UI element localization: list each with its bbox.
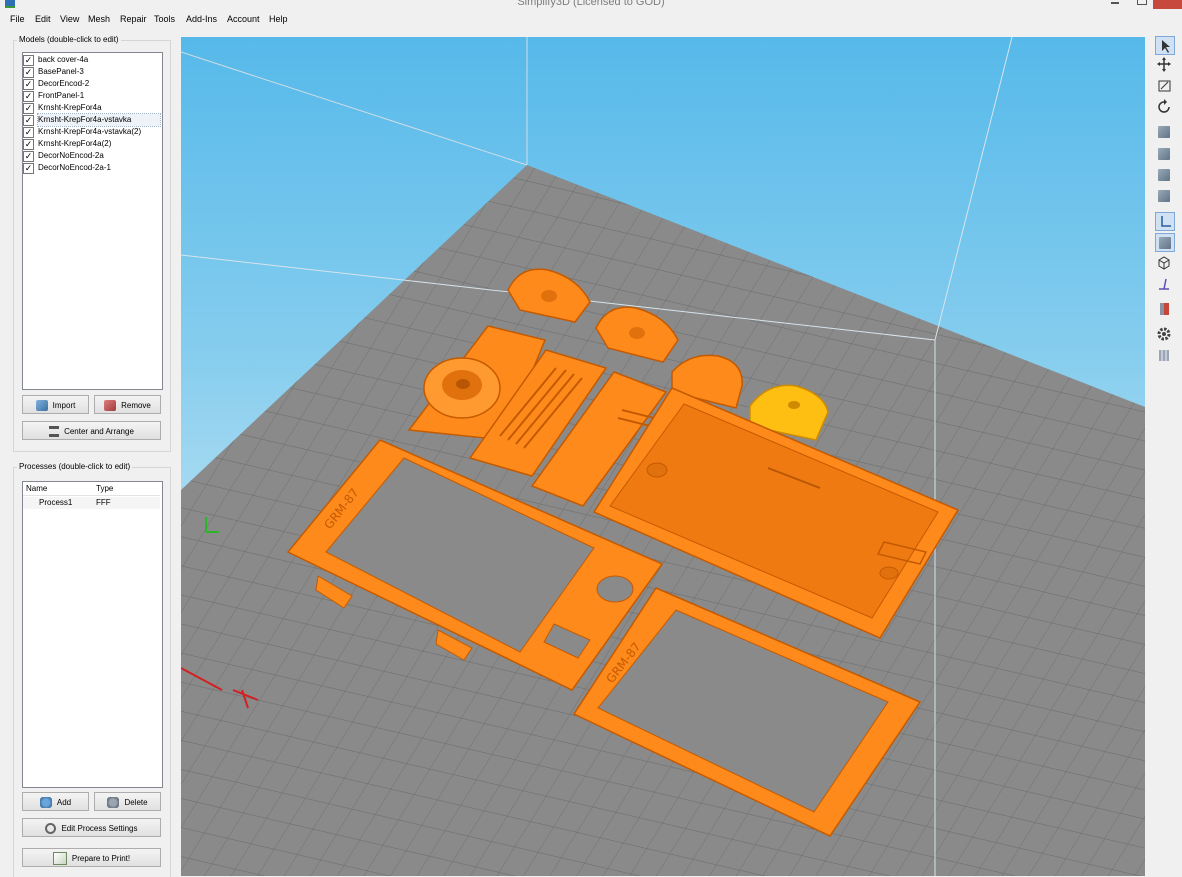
process-type: FFF [96,498,111,507]
edit-process-settings-button[interactable]: Edit Process Settings [22,818,161,837]
cross-section-icon[interactable] [1155,300,1175,319]
model-checkbox[interactable]: ✓ [23,55,34,66]
model-checkbox[interactable]: ✓ [23,163,34,174]
title-bar: Simplify3D (Licensed to GOD) [0,0,1182,11]
menu-bar: File Edit View Mesh Repair Tools Add-Ins… [0,11,1182,29]
menu-tools[interactable]: Tools [154,14,175,24]
model-checkbox[interactable]: ✓ [23,115,34,126]
import-button[interactable]: Import [22,395,89,414]
processes-panel-label: Processes (double-click to edit) [17,462,133,471]
add-icon [39,797,52,809]
build-volume-edge [934,37,1013,341]
menu-account[interactable]: Account [227,14,260,24]
model-item[interactable]: ✓ DecorEncod-2 [23,78,89,90]
models-panel-label: Models (double-click to edit) [17,35,121,44]
model-item[interactable]: ✓ Krnsht-KrepFor4a [23,102,102,114]
column-name[interactable]: Name [26,482,47,496]
view-front-icon[interactable] [1155,145,1175,164]
viewport-scene: GRM-87 GRM-87 [181,37,1145,876]
model-item[interactable]: ✓ DecorNoEncod-2a-1 [23,162,111,174]
view-default-icon[interactable] [1155,123,1175,142]
scale-icon[interactable] [1155,77,1175,96]
menu-file[interactable]: File [10,14,25,24]
gear-icon [45,823,57,835]
model-checkbox[interactable]: ✓ [23,139,34,150]
window-title: Simplify3D (Licensed to GOD) [517,0,665,8]
column-type[interactable]: Type [96,482,113,496]
processes-header: Name Type [23,482,160,496]
model-checkbox[interactable]: ✓ [23,79,34,90]
process-name: Process1 [39,498,73,507]
wireframe-view-icon[interactable] [1155,254,1175,273]
menu-repair[interactable]: Repair [120,14,147,24]
import-icon [35,400,48,412]
normals-icon[interactable] [1155,275,1175,294]
checklist-icon [52,852,67,866]
model-checkbox[interactable]: ✓ [23,67,34,78]
model-item[interactable]: ✓ DecorNoEncod-2a [23,150,104,162]
select-icon[interactable] [1155,36,1175,55]
menu-view[interactable]: View [60,14,79,24]
axes-toggle-icon[interactable] [1155,212,1175,231]
remove-icon [104,400,117,412]
model-item[interactable]: ✓ FrontPanel-1 [23,90,84,102]
build-volume-icon[interactable] [1155,346,1175,365]
processes-list[interactable]: Name Type Process1 FFF [22,481,163,788]
prepare-to-print-button[interactable]: Prepare to Print! [22,848,161,867]
menu-help[interactable]: Help [269,14,288,24]
close-window-button[interactable] [1153,0,1182,9]
remove-button[interactable]: Remove [94,395,161,414]
model-item[interactable]: ✓ BasePanel-3 [23,66,84,78]
solid-view-icon[interactable] [1155,233,1175,252]
model-checkbox[interactable]: ✓ [23,103,34,114]
model-checkbox[interactable]: ✓ [23,91,34,102]
models-list[interactable]: ✓ back cover-4a ✓ BasePanel-3 ✓ DecorEncod-… [22,52,163,390]
maximize-button[interactable] [1130,0,1152,6]
delete-icon [107,797,120,809]
minimize-button[interactable] [1104,0,1126,6]
view-left-icon[interactable] [1155,166,1175,185]
model-checkbox[interactable]: ✓ [23,151,34,162]
3d-viewport[interactable]: GRM-87 GRM-87 [181,37,1145,876]
model-item[interactable]: ✓ Krnsht-KrepFor4a-vstavka(2) [23,126,141,138]
center-and-arrange-button[interactable]: Center and Arrange [22,421,161,440]
delete-process-button[interactable]: Delete [94,792,161,811]
move-icon[interactable] [1155,56,1175,75]
model-item[interactable]: ✓ back cover-4a [23,54,88,66]
process-row[interactable]: Process1 FFF [23,497,160,509]
model-item[interactable]: ✓ Krnsht-KrepFor4a(2) [23,138,111,150]
center-arrange-icon [49,426,60,438]
menu-add-ins[interactable]: Add-Ins [186,14,217,24]
menu-mesh[interactable]: Mesh [88,14,110,24]
view-right-icon[interactable] [1155,187,1175,206]
add-process-button[interactable]: Add [22,792,89,811]
build-volume-edge [181,51,528,166]
settings-gear-icon[interactable] [1155,325,1175,344]
menu-edit[interactable]: Edit [35,14,51,24]
rotate-icon[interactable] [1155,98,1175,117]
model-checkbox[interactable]: ✓ [23,127,34,138]
model-item-selected[interactable]: ✓ Krnsht-KrepFor4a-vstavka [23,113,161,127]
